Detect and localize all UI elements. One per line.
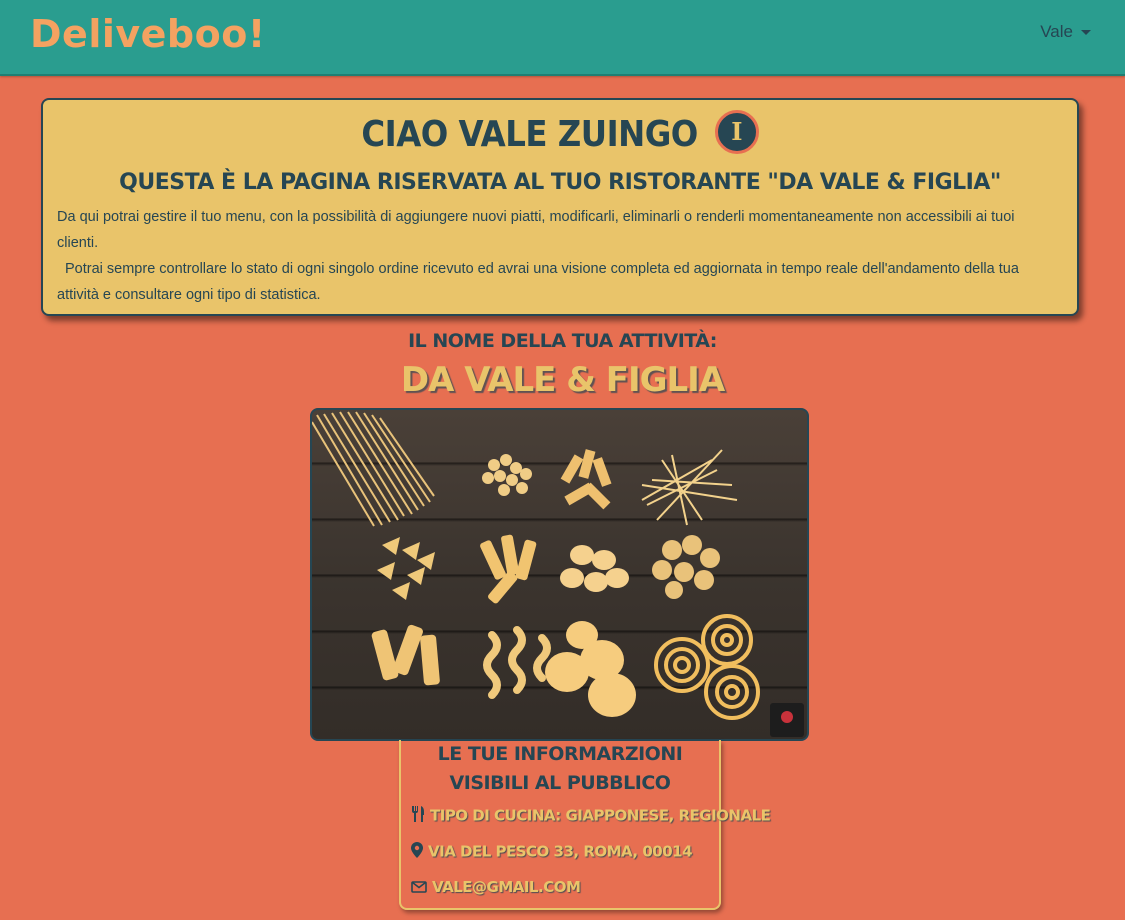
pasta-photo-illustration <box>312 411 804 737</box>
public-info-title: Le tue informarzioni visibili al pubblic… <box>437 743 683 794</box>
welcome-subtitle: Questa è la pagina riservata al tuo rist… <box>119 170 1001 195</box>
user-name: Vale <box>1040 22 1073 41</box>
welcome-description: Da qui potrai gestire il tuo menu, con l… <box>57 204 1037 308</box>
restaurant-name: Da Vale & Figlia <box>400 360 725 400</box>
address-text: Via del Pesco 33, Roma, 00014 <box>428 842 693 861</box>
business-name-label: Il nome della tua attività: <box>408 330 717 352</box>
public-info-card: Le tue informarzioni visibili al pubblic… <box>399 740 771 910</box>
navbar: Deliveboo! Vale <box>0 0 1125 76</box>
description-paragraph-1: Da qui potrai gestire il tuo menu, con l… <box>57 209 1015 251</box>
description-paragraph-2: Potrai sempre controllare lo stato di og… <box>57 261 1019 303</box>
cuisine-row: Tipo di cucina: Giapponese, Regionale <box>411 806 771 826</box>
restaurant-image <box>310 408 809 741</box>
brand-logo[interactable]: Deliveboo! <box>30 12 266 56</box>
envelope-icon <box>411 879 427 897</box>
email-row: vale@gmail.com <box>411 878 581 897</box>
caret-down-icon <box>1081 30 1091 36</box>
address-row: Via del Pesco 33, Roma, 00014 <box>411 842 693 862</box>
user-dropdown[interactable]: Vale <box>1040 22 1091 42</box>
welcome-title: Ciao Vale Zuingo <box>361 114 698 155</box>
map-marker-icon <box>411 842 423 862</box>
info-icon[interactable] <box>714 110 759 154</box>
welcome-title-row: Ciao Vale Zuingo <box>43 110 1077 155</box>
cuisine-text: Tipo di cucina: Giapponese, Regionale <box>430 806 771 825</box>
utensils-icon <box>411 806 425 826</box>
email-text[interactable]: vale@gmail.com <box>432 878 581 896</box>
welcome-card: Ciao Vale Zuingo Questa è la pagina rise… <box>41 98 1079 316</box>
